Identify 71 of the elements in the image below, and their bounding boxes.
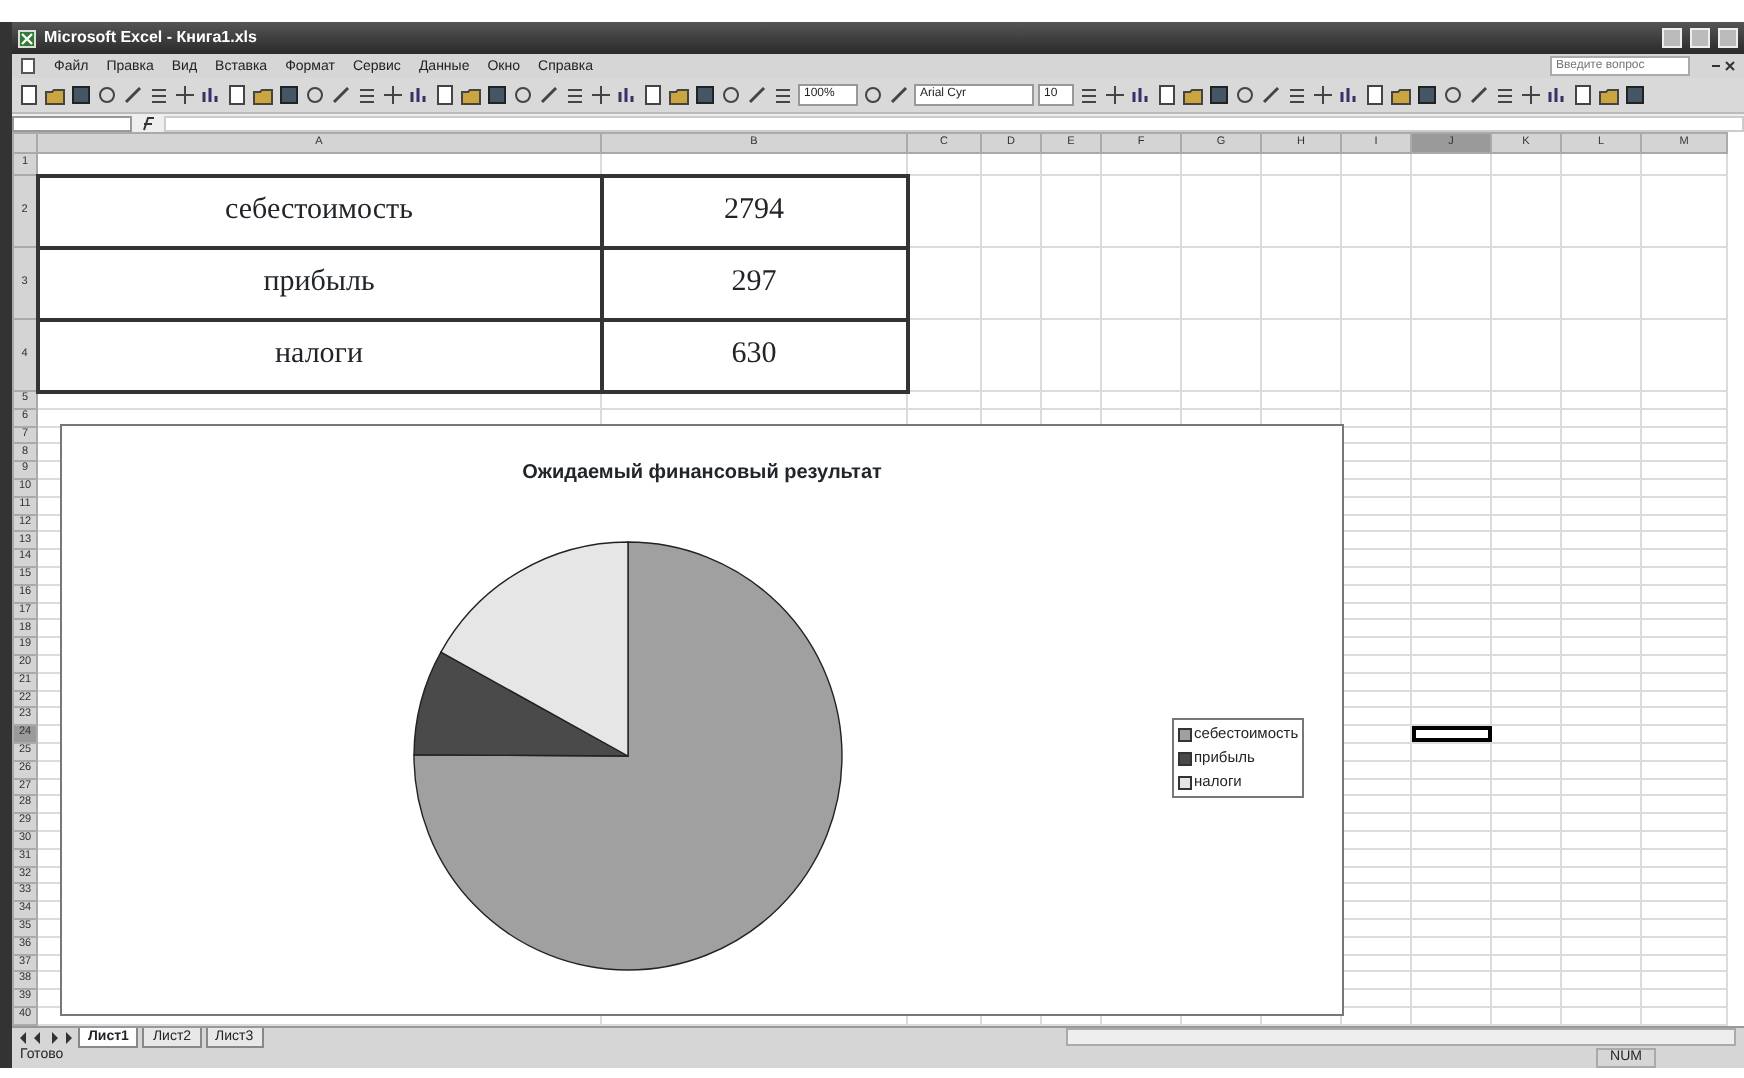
new-button[interactable] <box>226 84 248 106</box>
save-button[interactable] <box>694 84 716 106</box>
lines-button[interactable] <box>1286 84 1308 106</box>
pencil-button[interactable] <box>538 84 560 106</box>
excel-icon <box>18 29 36 47</box>
circle-button[interactable] <box>1234 84 1256 106</box>
table-cell: 2794 <box>601 175 907 247</box>
lines-button[interactable] <box>1494 84 1516 106</box>
new-button[interactable] <box>1572 84 1594 106</box>
active-cell[interactable] <box>1411 725 1491 743</box>
bar-chart-button[interactable] <box>408 84 430 106</box>
table-cell: себестоимость <box>37 175 601 247</box>
pencil-button[interactable] <box>1468 84 1490 106</box>
function-icon <box>138 115 158 131</box>
bar-chart-button[interactable] <box>616 84 638 106</box>
bar-chart-button[interactable] <box>1546 84 1568 106</box>
plus-button[interactable] <box>1104 84 1126 106</box>
window-title: Microsoft Excel - Книга1.xls <box>44 26 257 50</box>
circle-button[interactable] <box>304 84 326 106</box>
pencil-button[interactable] <box>330 84 352 106</box>
save-button[interactable] <box>486 84 508 106</box>
lines-button[interactable] <box>148 84 170 106</box>
bar-chart-button[interactable] <box>1338 84 1360 106</box>
table-cell: 630 <box>601 319 907 391</box>
circle-button[interactable] <box>862 84 884 106</box>
folder-button[interactable] <box>460 84 482 106</box>
circle-button[interactable] <box>1442 84 1464 106</box>
lines-button[interactable] <box>772 84 794 106</box>
save-button[interactable] <box>70 84 92 106</box>
folder-button[interactable] <box>252 84 274 106</box>
table-cell: налоги <box>37 319 601 391</box>
plus-button[interactable] <box>1520 84 1542 106</box>
pencil-button[interactable] <box>122 84 144 106</box>
plus-button[interactable] <box>382 84 404 106</box>
folder-button[interactable] <box>1182 84 1204 106</box>
folder-button[interactable] <box>1598 84 1620 106</box>
new-button[interactable] <box>1156 84 1178 106</box>
pencil-button[interactable] <box>1260 84 1282 106</box>
lines-button[interactable] <box>1078 84 1100 106</box>
pencil-button[interactable] <box>888 84 910 106</box>
name-box[interactable] <box>12 115 132 131</box>
document-icon <box>20 58 36 74</box>
horizontal-scrollbar[interactable] <box>1066 1028 1736 1047</box>
table-cell: прибыль <box>37 247 601 319</box>
folder-button[interactable] <box>1390 84 1412 106</box>
tab-scroll-arrows-icon <box>18 1029 74 1046</box>
formula-field[interactable] <box>164 115 1744 131</box>
save-button[interactable] <box>1416 84 1438 106</box>
plus-button[interactable] <box>1312 84 1334 106</box>
plus-button[interactable] <box>174 84 196 106</box>
chart-title: Ожидаемый финансовый результат <box>522 460 882 488</box>
folder-button[interactable] <box>44 84 66 106</box>
close-icon <box>1708 58 1736 74</box>
circle-button[interactable] <box>512 84 534 106</box>
new-button[interactable] <box>642 84 664 106</box>
bar-chart-button[interactable] <box>200 84 222 106</box>
save-button[interactable] <box>1208 84 1230 106</box>
bar-chart-button[interactable] <box>1130 84 1152 106</box>
lines-button[interactable] <box>564 84 586 106</box>
save-button[interactable] <box>1624 84 1646 106</box>
save-button[interactable] <box>278 84 300 106</box>
lines-button[interactable] <box>356 84 378 106</box>
circle-button[interactable] <box>96 84 118 106</box>
plus-button[interactable] <box>590 84 612 106</box>
pencil-button[interactable] <box>746 84 768 106</box>
circle-button[interactable] <box>720 84 742 106</box>
table-cell: 297 <box>601 247 907 319</box>
folder-button[interactable] <box>668 84 690 106</box>
new-button[interactable] <box>434 84 456 106</box>
new-button[interactable] <box>18 84 40 106</box>
new-button[interactable] <box>1364 84 1386 106</box>
